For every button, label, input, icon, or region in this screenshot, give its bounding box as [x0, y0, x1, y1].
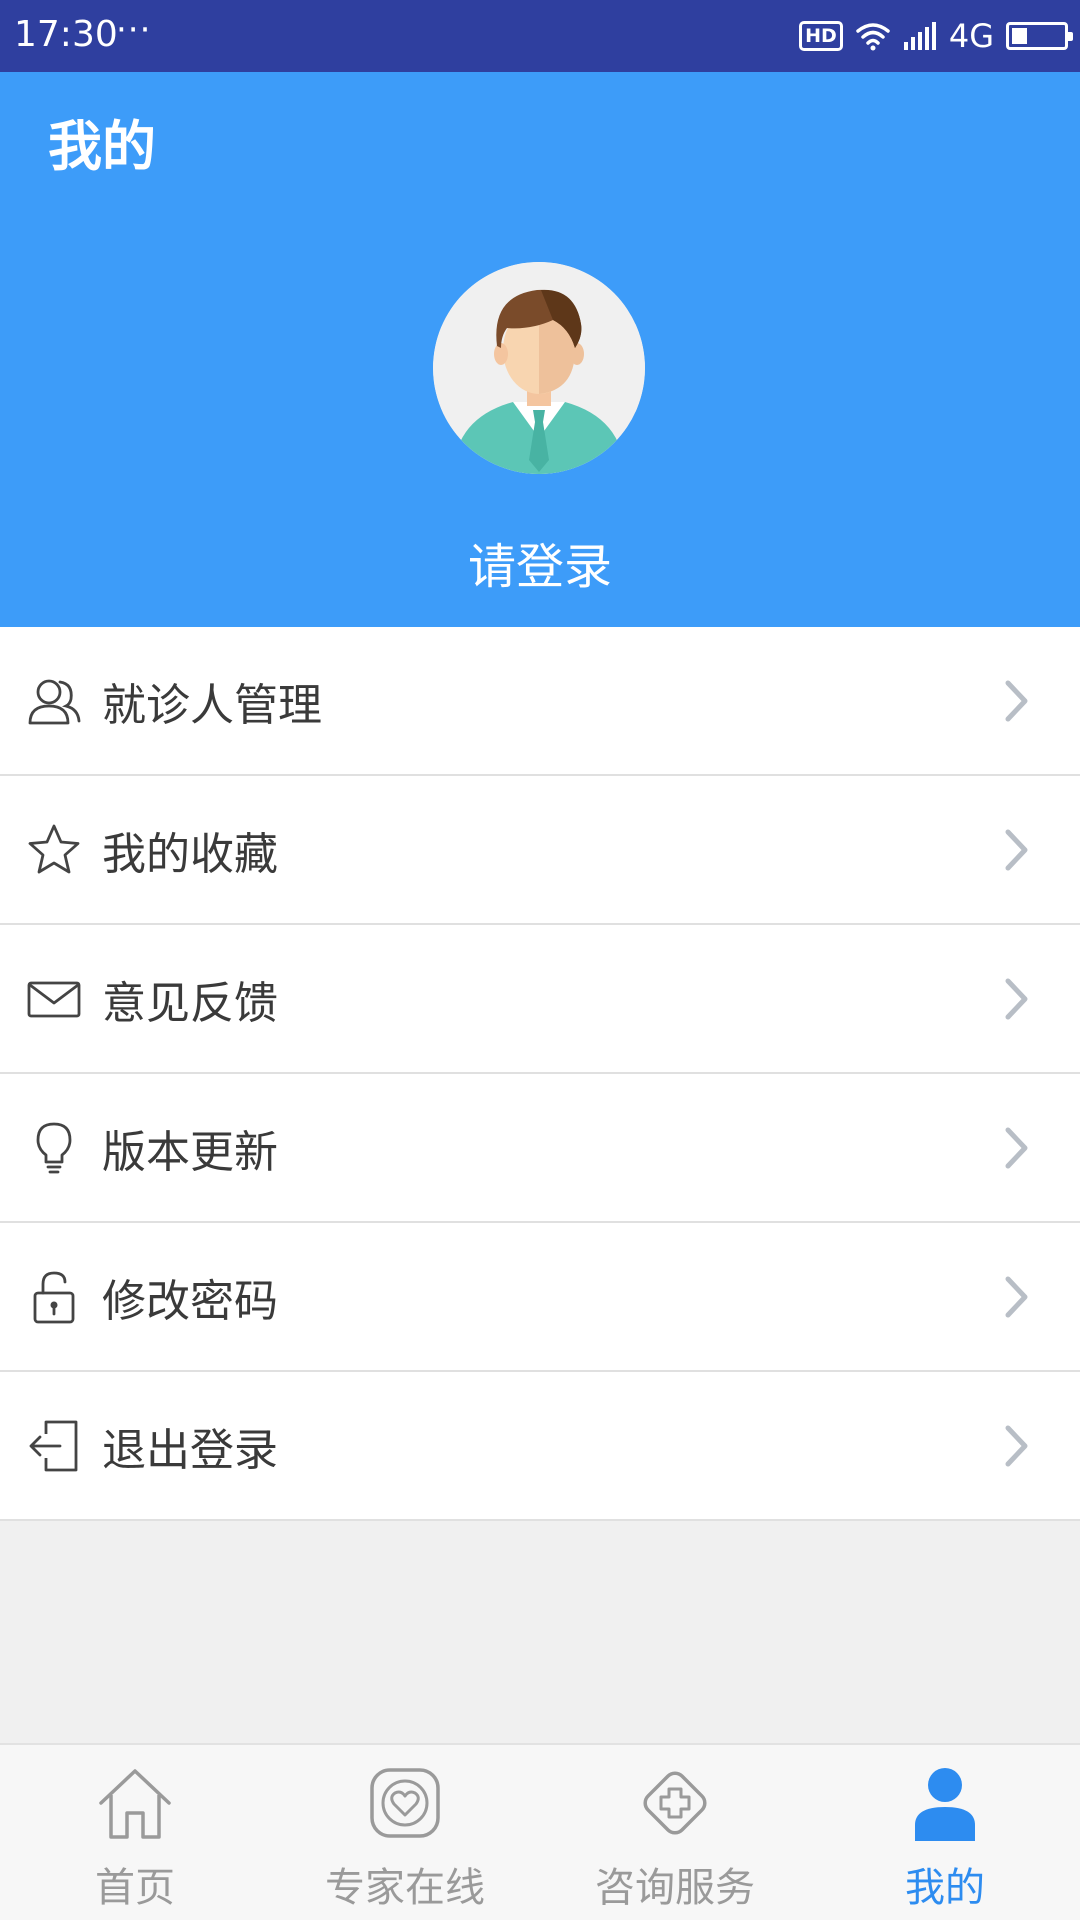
chevron-right-icon	[1005, 1276, 1028, 1317]
status-indicators: HD 4G	[799, 14, 1073, 58]
menu-item-label: 我的收藏	[102, 828, 278, 880]
page-title: 我的	[48, 115, 156, 178]
menu-item-patient-management[interactable]: 就诊人管理	[0, 627, 1080, 776]
hd-badge: HD	[799, 21, 843, 51]
home-icon	[99, 1769, 171, 1839]
chevron-right-icon	[1005, 680, 1028, 721]
menu-item-label: 就诊人管理	[102, 679, 322, 731]
menu-list: 就诊人管理 我的收藏 意见反馈 版本更新 修改密码 退出登录	[0, 627, 1080, 1521]
avatar[interactable]	[433, 262, 645, 474]
battery-level	[1012, 28, 1027, 44]
menu-item-label: 意见反馈	[102, 977, 278, 1029]
chevron-right-icon	[1005, 978, 1028, 1019]
heart-chat-icon	[370, 1768, 440, 1838]
chevron-right-icon	[1005, 1127, 1028, 1168]
tab-label: 咨询服务	[595, 1865, 755, 1911]
status-time: 17:30	[14, 14, 118, 55]
tab-expert-online[interactable]: 专家在线	[270, 1745, 540, 1920]
tab-label: 我的	[905, 1865, 985, 1911]
wifi-icon	[856, 23, 890, 51]
menu-item-change-password[interactable]: 修改密码	[0, 1223, 1080, 1372]
tab-consulting-service[interactable]: 咨询服务	[540, 1745, 810, 1920]
lock-icon	[33, 1271, 75, 1323]
lightbulb-icon	[36, 1122, 72, 1173]
menu-item-version-update[interactable]: 版本更新	[0, 1074, 1080, 1223]
signal-icon	[903, 22, 936, 50]
menu-item-favorites[interactable]: 我的收藏	[0, 776, 1080, 925]
menu-item-logout[interactable]: 退出登录	[0, 1372, 1080, 1521]
tab-mine[interactable]: 我的	[810, 1745, 1080, 1920]
logout-icon	[29, 1420, 78, 1471]
profile-header: 我的 请登录	[0, 72, 1080, 627]
tab-home[interactable]: 首页	[0, 1745, 270, 1920]
status-more-dots: ···	[116, 10, 152, 50]
tab-label: 专家在线	[325, 1865, 485, 1911]
medical-cross-icon	[643, 1771, 707, 1835]
chevron-right-icon	[1005, 829, 1028, 870]
menu-item-label: 修改密码	[102, 1275, 278, 1327]
mail-icon	[27, 981, 81, 1017]
login-prompt[interactable]: 请登录	[0, 527, 1080, 597]
tab-label: 首页	[95, 1865, 175, 1911]
bottom-tab-bar: 首页 专家在线 咨询服务 我的	[0, 1743, 1080, 1920]
status-bar: 17:30 ··· HD 4G	[0, 0, 1080, 72]
default-avatar-icon	[433, 262, 645, 474]
network-type: 4G	[948, 17, 994, 55]
menu-item-label: 退出登录	[102, 1424, 278, 1476]
person-icon	[915, 1768, 975, 1841]
battery-icon	[1006, 22, 1073, 50]
menu-item-label: 版本更新	[102, 1126, 278, 1178]
users-icon	[28, 679, 81, 724]
menu-item-feedback[interactable]: 意见反馈	[0, 925, 1080, 1074]
chevron-right-icon	[1005, 1425, 1028, 1466]
star-icon	[28, 824, 80, 873]
